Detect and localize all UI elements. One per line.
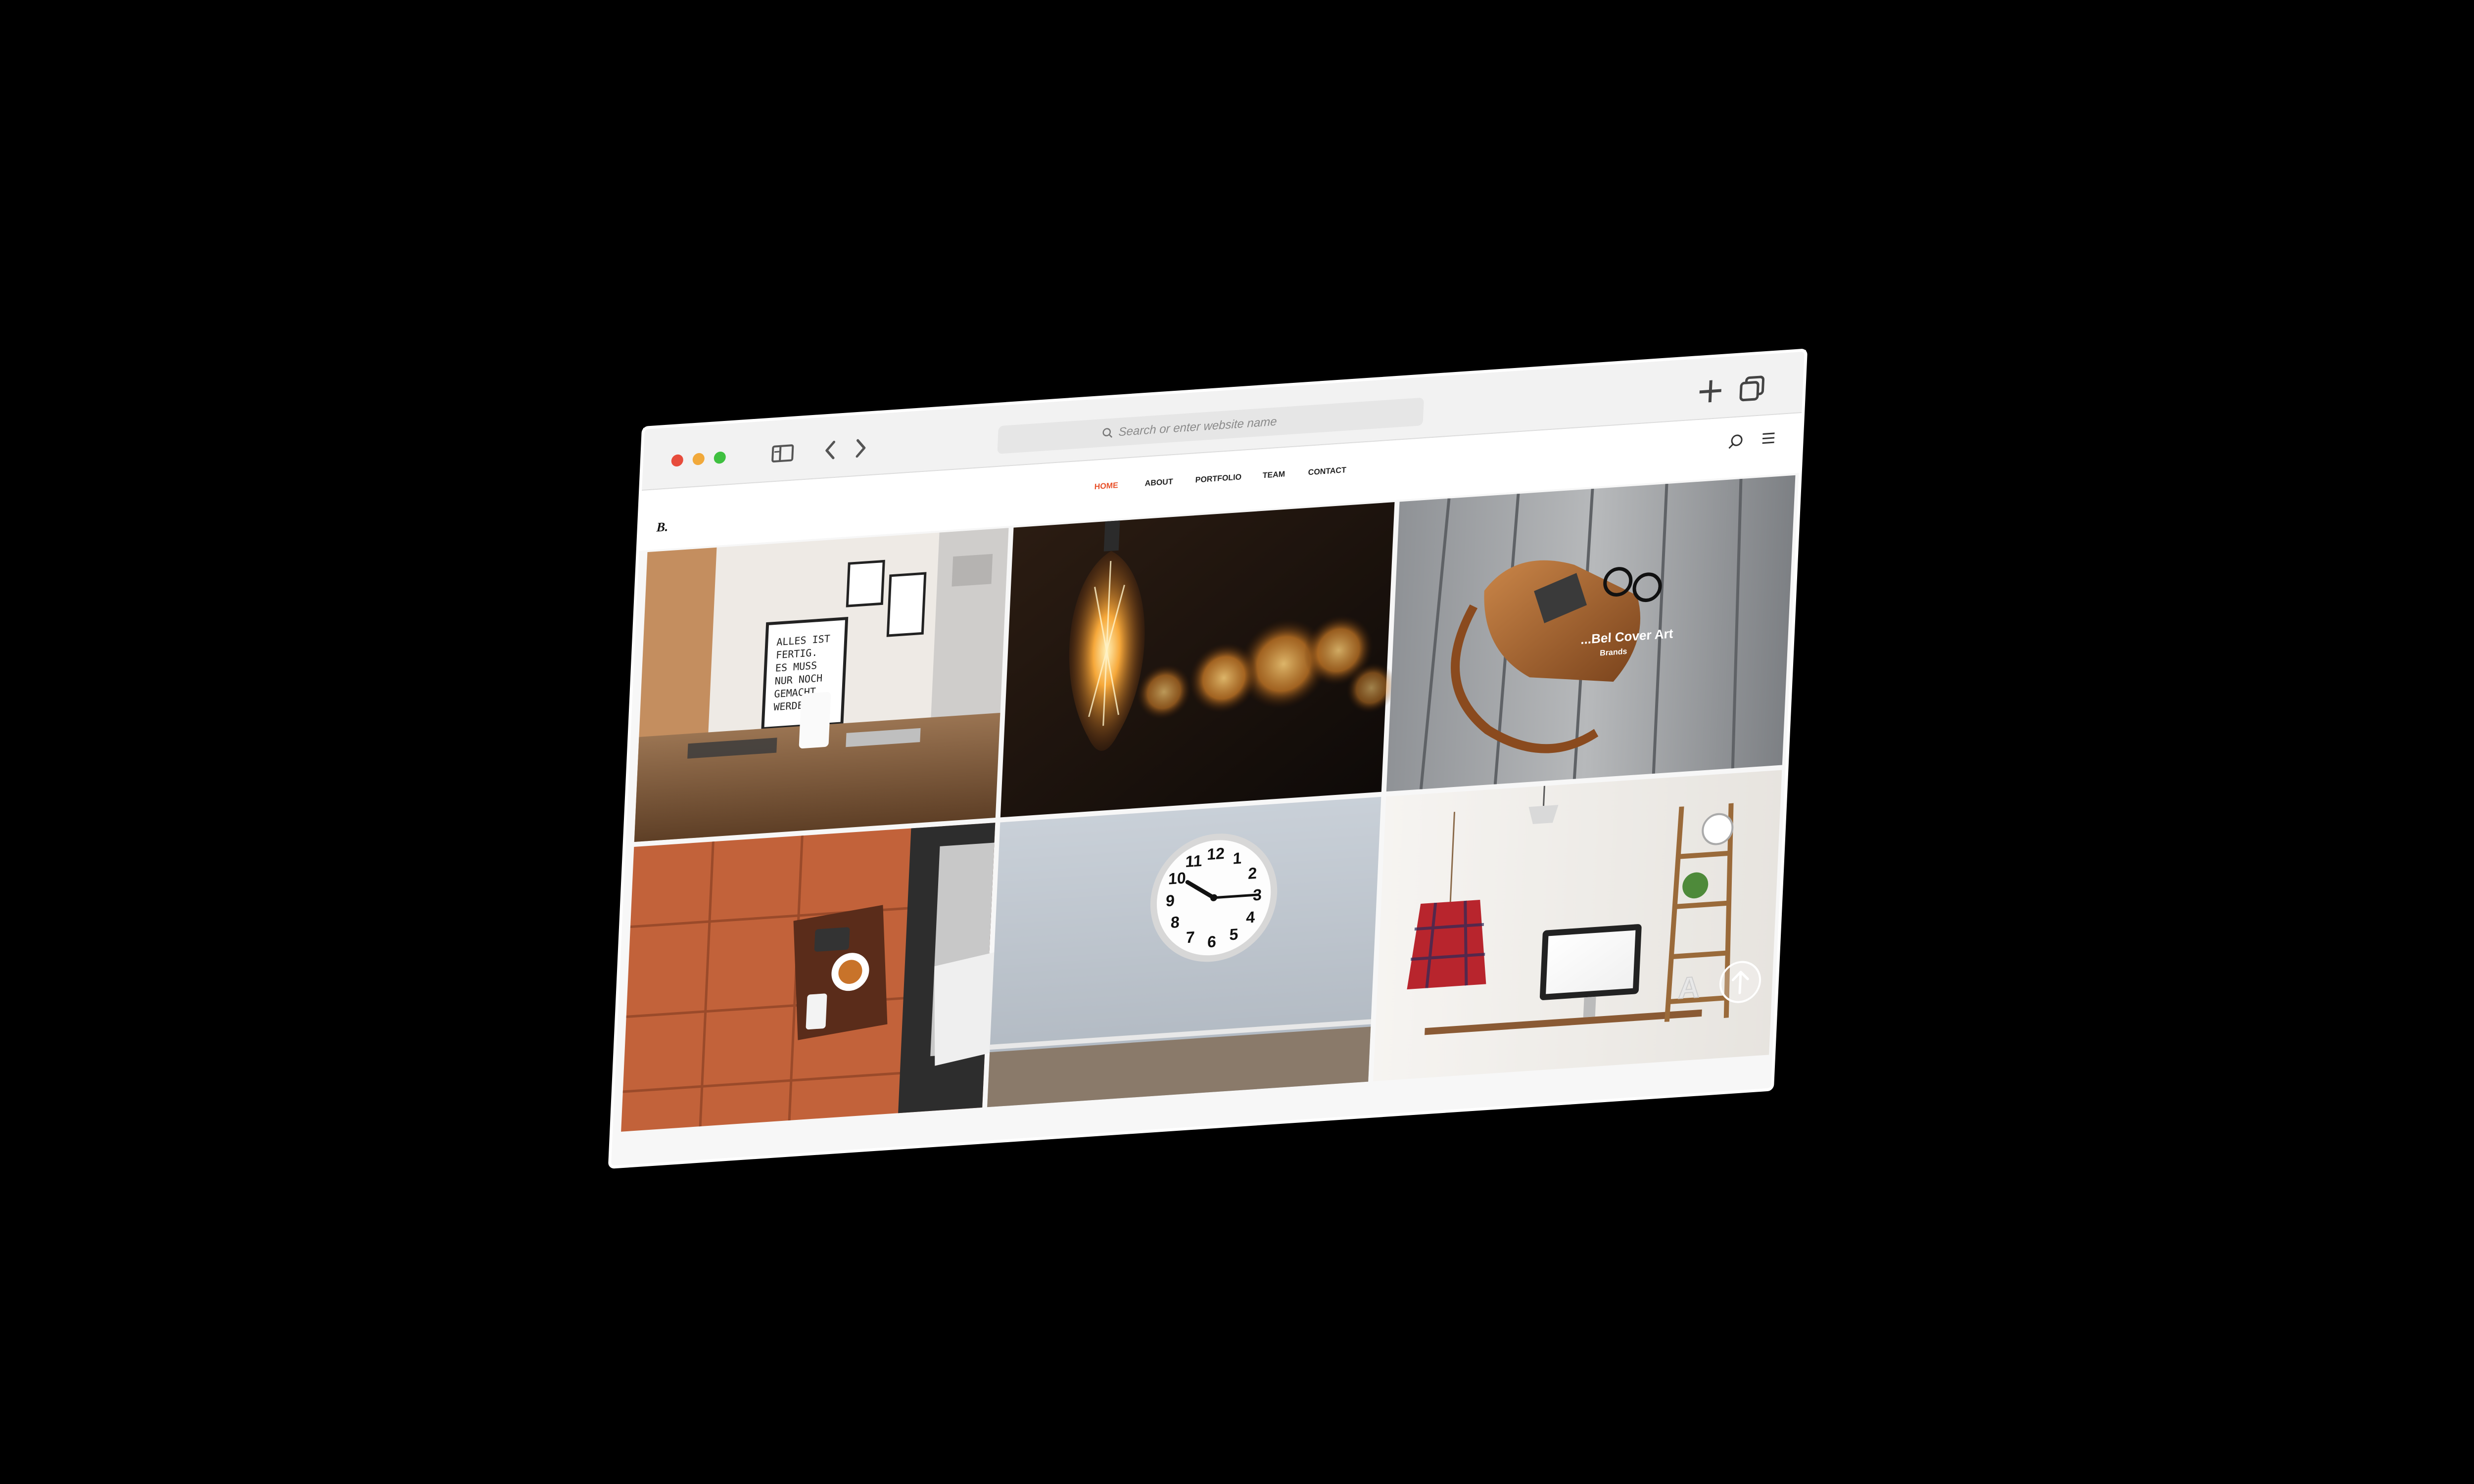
gallery-grid: ALLES ISTFERTIG.ES MUSSNUR NOCHGEMACHTWE… xyxy=(621,475,1796,1132)
gallery-item-coffee[interactable] xyxy=(621,822,1005,1132)
site-logo[interactable]: B. xyxy=(656,519,668,535)
gallery-caption-subtitle: Brands xyxy=(1600,647,1627,658)
smartphone xyxy=(806,993,827,1030)
office-lamp xyxy=(799,692,831,749)
nav-item-team[interactable]: TEAM xyxy=(1262,469,1285,480)
browser-mockup: Search or enter website name B. HOME ABO… xyxy=(608,349,1808,1169)
clock-number: 7 xyxy=(1186,928,1195,946)
clock-number: 4 xyxy=(1246,908,1256,927)
gallery-item-workspace[interactable]: A xyxy=(1373,770,1782,1081)
bulb-socket xyxy=(1103,520,1120,552)
wall-frame-medium xyxy=(886,572,927,637)
plaid-shirt xyxy=(1407,900,1486,990)
clock-number: 12 xyxy=(1207,844,1225,864)
clock-number: 9 xyxy=(1165,891,1175,910)
camera xyxy=(814,927,850,952)
nav-item-home[interactable]: HOME xyxy=(1094,481,1118,491)
clock-number: 2 xyxy=(1248,864,1257,882)
magazine xyxy=(934,952,995,1066)
office-cabinet xyxy=(952,554,993,587)
gallery-item-bulb[interactable] xyxy=(1000,502,1405,818)
decor-letter: A xyxy=(1677,970,1700,1005)
mockup-stage: Search or enter website name B. HOME ABO… xyxy=(0,0,2474,1484)
gallery-item-bag[interactable]: ...Bel Cover Art Brands xyxy=(1386,475,1796,792)
monitor-screen xyxy=(1546,930,1636,994)
monitor-stand xyxy=(1583,996,1596,1018)
clock-number: 10 xyxy=(1168,869,1186,888)
gallery-item-clock[interactable]: 121234567891011 xyxy=(987,796,1381,1108)
lamp-cord xyxy=(1543,786,1545,806)
gallery-item-office[interactable]: ALLES ISTFERTIG.ES MUSSNUR NOCHGEMACHTWE… xyxy=(634,528,1009,842)
wall-frame-small xyxy=(846,559,885,607)
clock-number: 1 xyxy=(1233,849,1242,867)
browser-window: Search or enter website name B. HOME ABO… xyxy=(608,349,1808,1169)
clock-number: 5 xyxy=(1229,925,1239,943)
clock-number: 11 xyxy=(1185,852,1203,871)
clock-number: 8 xyxy=(1170,913,1180,931)
clock-number: 6 xyxy=(1207,932,1216,951)
